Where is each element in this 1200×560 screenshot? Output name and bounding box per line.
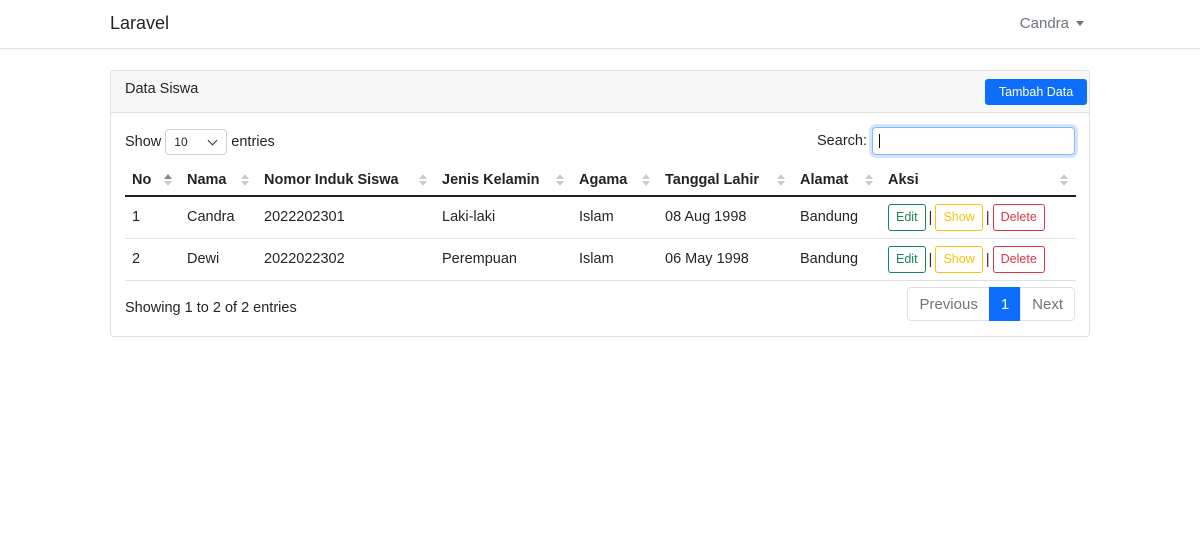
show-button[interactable]: Show [935, 245, 983, 273]
separator: | [928, 250, 933, 268]
pagination: Previous 1 Next [907, 287, 1075, 321]
cell-aksi: Edit | Show | Delete [881, 238, 1076, 281]
entries-length: Show 10 entries [125, 129, 275, 155]
col-header-alamat[interactable]: Alamat [793, 165, 881, 197]
sort-icon [1060, 174, 1068, 188]
cell-nis: 2022022302 [257, 238, 435, 281]
brand-link[interactable]: Laravel [110, 13, 169, 34]
delete-button[interactable]: Delete [992, 203, 1045, 231]
edit-button[interactable]: Edit [888, 203, 926, 231]
card-title: Data Siswa [125, 81, 199, 97]
col-header-no[interactable]: No [125, 165, 180, 197]
text-cursor [879, 134, 880, 148]
cell-aksi: Edit | Show | Delete [881, 196, 1076, 239]
search-box: Search: [817, 127, 1075, 155]
user-dropdown[interactable]: Candra [1020, 15, 1084, 32]
navbar: Laravel Candra [0, 0, 1200, 49]
cell-nis: 2022202301 [257, 196, 435, 239]
sort-icon [419, 174, 427, 188]
col-header-nis[interactable]: Nomor Induk Siswa [257, 165, 435, 197]
col-header-tanggal-lahir[interactable]: Tanggal Lahir [658, 165, 793, 197]
col-header-agama[interactable]: Agama [572, 165, 658, 197]
search-label: Search: [817, 133, 867, 149]
sort-icon [777, 174, 785, 188]
data-card: Data Siswa Tambah Data Show 10 entries S… [110, 70, 1090, 337]
sort-icon [865, 174, 873, 188]
sort-asc-icon [164, 174, 172, 188]
card-header: Data Siswa Tambah Data [111, 71, 1089, 113]
length-prefix: Show [125, 134, 162, 150]
delete-button[interactable]: Delete [992, 245, 1045, 273]
table-header-row: No Nama Nomor Induk Siswa Jenis Kelamin … [125, 165, 1076, 197]
col-header-nama[interactable]: Nama [180, 165, 257, 197]
cell-alamat: Bandung [793, 238, 881, 281]
table-row: 1 Candra 2022202301 Laki-laki Islam 08 A… [125, 196, 1076, 239]
cell-no: 1 [125, 196, 180, 239]
cell-tanggal-lahir: 08 Aug 1998 [658, 196, 793, 239]
table-info: Showing 1 to 2 of 2 entries [125, 300, 297, 316]
previous-button[interactable]: Previous [907, 287, 990, 321]
page-1-button[interactable]: 1 [988, 287, 1022, 321]
sort-icon [241, 174, 249, 188]
search-input[interactable] [872, 127, 1075, 155]
cell-jenis-kelamin: Laki-laki [435, 196, 572, 239]
cell-alamat: Bandung [793, 196, 881, 239]
cell-agama: Islam [572, 196, 658, 239]
entries-select[interactable]: 10 [165, 129, 228, 155]
chevron-down-icon [207, 135, 218, 146]
length-suffix: entries [231, 134, 275, 150]
col-header-aksi[interactable]: Aksi [881, 165, 1076, 197]
user-name: Candra [1019, 15, 1069, 32]
cell-no: 2 [125, 238, 180, 281]
next-button[interactable]: Next [1020, 287, 1075, 321]
separator: | [985, 250, 990, 268]
separator: | [928, 208, 933, 226]
show-button[interactable]: Show [935, 203, 983, 231]
cell-nama: Dewi [180, 238, 257, 281]
cell-jenis-kelamin: Perempuan [435, 238, 572, 281]
sort-icon [642, 174, 650, 188]
cell-tanggal-lahir: 06 May 1998 [658, 238, 793, 281]
table-row: 2 Dewi 2022022302 Perempuan Islam 06 May… [125, 238, 1076, 281]
cell-nama: Candra [180, 196, 257, 239]
entries-select-value: 10 [174, 135, 188, 149]
separator: | [985, 208, 990, 226]
caret-down-icon [1076, 21, 1084, 26]
cell-agama: Islam [572, 238, 658, 281]
col-header-jenis-kelamin[interactable]: Jenis Kelamin [435, 165, 572, 197]
sort-icon [556, 174, 564, 188]
add-data-button[interactable]: Tambah Data [985, 79, 1087, 105]
edit-button[interactable]: Edit [888, 245, 926, 273]
students-table: No Nama Nomor Induk Siswa Jenis Kelamin … [125, 165, 1076, 281]
